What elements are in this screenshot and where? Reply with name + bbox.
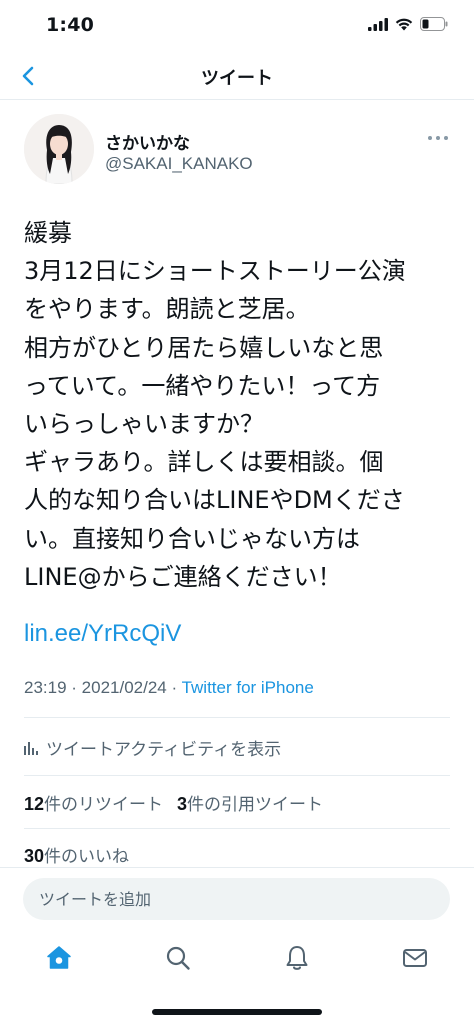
tweet-time: 23:19 bbox=[24, 678, 67, 697]
tweet-date: 2021/02/24 bbox=[81, 678, 167, 697]
stats-row: 12件のリツイート 3件の引用ツイート bbox=[24, 790, 323, 815]
tab-search[interactable] bbox=[163, 943, 193, 973]
retweets-stat[interactable]: 12件のリツイート bbox=[24, 790, 163, 815]
signal-icon bbox=[368, 17, 388, 31]
tweet-author: さかいかな @SAKAI_KANAKO bbox=[0, 114, 474, 190]
tweet-text: 緩募 3月12日にショートストーリー公演 をやります。朗読と芝居。 相方がひとり… bbox=[24, 219, 406, 591]
meta-separator-2: · bbox=[166, 678, 182, 697]
more-button[interactable] bbox=[426, 130, 450, 144]
retweet-label: 件のリツイート bbox=[44, 795, 164, 815]
meta-separator: · bbox=[66, 678, 82, 697]
tab-home[interactable] bbox=[44, 943, 74, 973]
tab-bar bbox=[0, 931, 474, 991]
divider bbox=[24, 717, 450, 718]
search-icon bbox=[166, 946, 190, 970]
quote-label: 件の引用ツイート bbox=[187, 795, 324, 815]
retweet-count: 12 bbox=[24, 794, 45, 814]
likes-row: 30件のいいね bbox=[24, 842, 129, 867]
tab-messages[interactable] bbox=[400, 943, 430, 973]
tab-notifications[interactable] bbox=[282, 943, 312, 973]
bell-icon bbox=[286, 946, 308, 970]
status-time: 1:40 bbox=[46, 14, 95, 36]
home-indicator bbox=[152, 1009, 322, 1015]
page-title: ツイート bbox=[201, 68, 273, 89]
quotes-stat[interactable]: 3件の引用ツイート bbox=[177, 790, 323, 815]
user-handle[interactable]: @SAKAI_KANAKO bbox=[105, 154, 253, 174]
like-label: 件のいいね bbox=[44, 847, 130, 867]
home-icon bbox=[47, 946, 71, 969]
divider bbox=[24, 828, 450, 829]
avatar-image bbox=[24, 114, 94, 184]
like-count: 30 bbox=[24, 846, 45, 866]
tweet-link[interactable]: lin.ee/YrRcQiV bbox=[24, 615, 181, 653]
display-name[interactable]: さかいかな bbox=[105, 129, 190, 154]
tweet-meta: 23:19 · 2021/02/24 · Twitter for iPhone bbox=[24, 678, 314, 698]
tweet-activity-link[interactable]: ツイートアクティビティを表示 bbox=[24, 733, 281, 761]
analytics-icon bbox=[24, 742, 38, 755]
reply-input[interactable] bbox=[23, 878, 450, 920]
battery-icon bbox=[420, 17, 448, 31]
more-dots-icon bbox=[428, 136, 448, 140]
avatar[interactable] bbox=[24, 114, 94, 184]
activity-label: ツイートアクティビティを表示 bbox=[46, 739, 282, 760]
mail-icon bbox=[403, 949, 427, 967]
quote-count: 3 bbox=[177, 794, 188, 814]
status-icons bbox=[368, 17, 448, 31]
status-bar: 1:40 bbox=[0, 0, 474, 52]
wifi-icon bbox=[395, 18, 413, 30]
tweet-source[interactable]: Twitter for iPhone bbox=[182, 678, 314, 697]
reply-bar bbox=[0, 867, 474, 931]
divider bbox=[24, 775, 450, 776]
likes-stat[interactable]: 30件のいいね bbox=[24, 842, 129, 867]
nav-bar: ツイート bbox=[0, 52, 474, 100]
